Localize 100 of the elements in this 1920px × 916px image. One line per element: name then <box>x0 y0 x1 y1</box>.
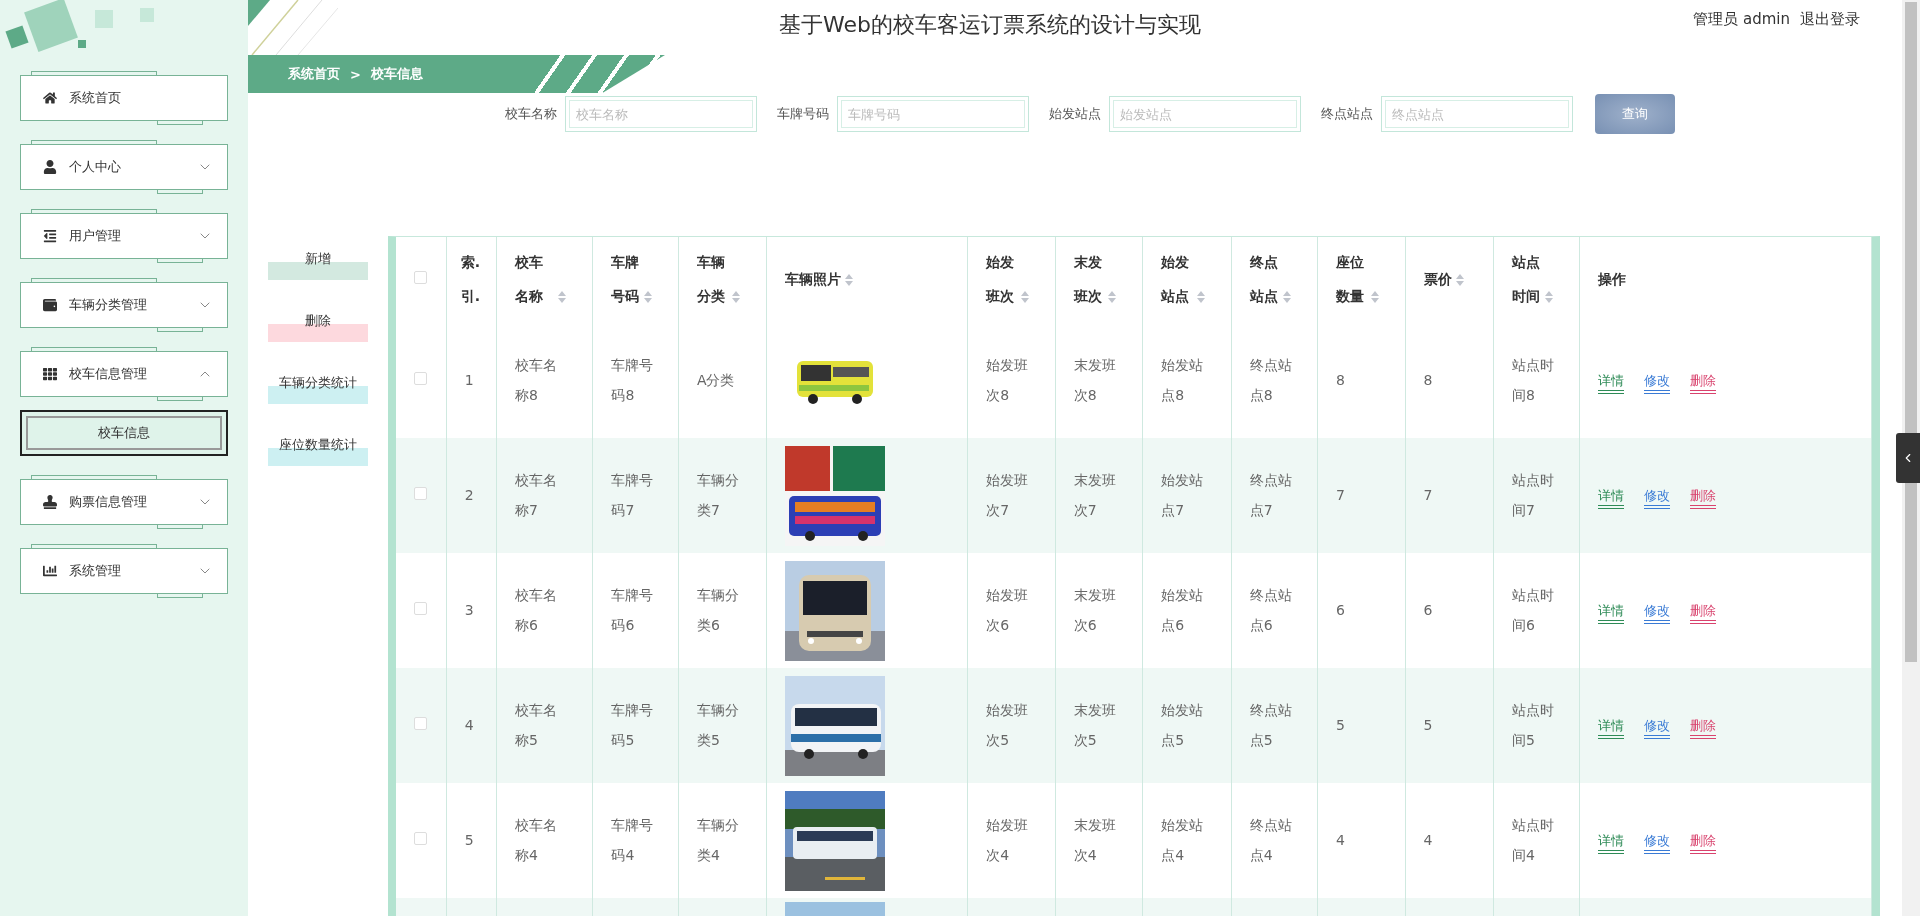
table-cell: 始发班次7 <box>986 472 1029 518</box>
field-label: 校车名称 <box>505 105 557 123</box>
column-header[interactable]: 车辆照片 <box>785 263 842 297</box>
table-cell: 3 <box>464 601 474 618</box>
table-cell: 站点时间4 <box>1512 817 1554 863</box>
table-cell: 车牌号码7 <box>611 472 654 518</box>
menu-label: 用户管理 <box>69 227 122 245</box>
table-cell: 车辆分类5 <box>696 702 739 748</box>
table-cell: 末发班次4 <box>1073 817 1116 863</box>
table-cell: 始发站点6 <box>1161 587 1204 633</box>
table-cell: 末发班次7 <box>1073 472 1116 518</box>
table-cell: 车牌号码8 <box>611 357 654 403</box>
table-cell: 校车名称5 <box>515 702 557 748</box>
table-cell: 车辆分类7 <box>696 472 739 518</box>
menu-label: 购票信息管理 <box>69 493 148 511</box>
table-cell: 5 <box>464 831 474 848</box>
table-cell: 4 <box>464 716 474 733</box>
table-cell: 站点时间6 <box>1512 587 1554 633</box>
menu-label: 系统管理 <box>69 562 122 580</box>
page-title: 基于Web的校车客运订票系统的设计与实现 <box>779 11 1201 39</box>
table-cell: 车牌号码5 <box>611 702 654 748</box>
menu-label: 车辆分类管理 <box>69 296 148 314</box>
row-action-link[interactable]: 修改 <box>1644 487 1671 509</box>
row-action-link[interactable]: 修改 <box>1644 372 1671 394</box>
table-cell: 终点站点4 <box>1249 817 1292 863</box>
table-cell: 5 <box>1423 716 1433 733</box>
search-field[interactable]: 车牌号码 <box>837 96 1029 132</box>
column-header[interactable]: 终点站点 <box>1249 246 1280 314</box>
table-cell: 始发站点8 <box>1161 357 1204 403</box>
table-cell: 校车名称8 <box>515 357 557 403</box>
table-cell: 6 <box>1336 601 1346 618</box>
table-cell: 1 <box>464 371 474 388</box>
table-cell: 校车名称6 <box>515 587 557 633</box>
table-cell: 终点站点7 <box>1249 472 1292 518</box>
menu-label: 系统首页 <box>69 89 122 107</box>
column-header[interactable]: 站点时间 <box>1512 246 1542 314</box>
table-cell: 末发班次5 <box>1073 702 1116 748</box>
row-action-link[interactable]: 详情 <box>1598 832 1625 854</box>
column-header[interactable]: 票价 <box>1423 263 1452 297</box>
table-cell: 车辆分类6 <box>696 587 739 633</box>
row-action-link[interactable]: 详情 <box>1598 372 1625 394</box>
column-header[interactable]: 校车名称 <box>515 246 555 314</box>
table-cell: 车牌号码6 <box>611 587 654 633</box>
table-cell: 车牌号码4 <box>611 817 654 863</box>
table-cell: 7 <box>1423 486 1433 503</box>
table-cell: 校车名称7 <box>515 472 557 518</box>
table-cell: 始发站点4 <box>1161 817 1204 863</box>
table-cell: 4 <box>1336 831 1346 848</box>
table-cell: 校车名称4 <box>515 817 557 863</box>
row-action-link[interactable]: 删除 <box>1690 832 1717 854</box>
field-label: 终点站点 <box>1321 105 1373 123</box>
table-cell: 8 <box>1423 371 1433 388</box>
column-header: 索.引. <box>460 253 482 306</box>
table-cell: 7 <box>1336 486 1346 503</box>
column-header[interactable]: 末发班次 <box>1073 246 1105 314</box>
row-action-link[interactable]: 删除 <box>1690 372 1717 394</box>
row-action-link[interactable]: 删除 <box>1690 487 1717 509</box>
table-cell: 站点时间7 <box>1512 472 1554 518</box>
field-label: 始发站点 <box>1049 105 1101 123</box>
row-action-link[interactable]: 删除 <box>1690 717 1717 739</box>
logout-link[interactable]: 退出登录 <box>1800 10 1860 29</box>
table-cell: 终点站点5 <box>1249 702 1292 748</box>
table-cell: 始发班次6 <box>986 587 1029 633</box>
table-cell: 站点时间8 <box>1512 357 1554 403</box>
breadcrumb-separator: > <box>350 66 361 82</box>
row-action-link[interactable]: 详情 <box>1598 602 1625 624</box>
table-cell: 站点时间5 <box>1512 702 1554 748</box>
user-name: 管理员 admin <box>1693 10 1790 29</box>
table-cell: 8 <box>1336 371 1346 388</box>
search-field[interactable]: 校车名称 <box>565 96 757 132</box>
search-field[interactable]: 始发站点 <box>1109 96 1301 132</box>
table-cell: A分类 <box>696 371 735 388</box>
submenu-item[interactable]: 校车信息 <box>20 410 228 456</box>
column-header[interactable]: 车辆分类 <box>696 246 729 314</box>
search-field[interactable]: 终点站点 <box>1381 96 1573 132</box>
row-action-link[interactable]: 删除 <box>1690 602 1717 624</box>
menu-label: 校车信息管理 <box>69 365 148 383</box>
column-header[interactable]: 始发班次 <box>986 246 1017 314</box>
table-cell: 始发班次5 <box>986 702 1029 748</box>
row-action-link[interactable]: 详情 <box>1598 487 1625 509</box>
table-cell: 终点站点8 <box>1249 357 1292 403</box>
row-action-link[interactable]: 修改 <box>1644 832 1671 854</box>
table-cell: 始发站点5 <box>1161 702 1204 748</box>
column-header[interactable]: 座位数量 <box>1336 246 1367 314</box>
row-action-link[interactable]: 修改 <box>1644 602 1671 624</box>
table-cell: 末发班次6 <box>1073 587 1116 633</box>
table-cell: 6 <box>1423 601 1433 618</box>
column-header[interactable]: 车牌号码 <box>611 246 640 314</box>
table-cell: 末发班次8 <box>1073 357 1116 403</box>
column-header[interactable]: 始发站点 <box>1161 246 1193 314</box>
table-cell: 4 <box>1423 831 1433 848</box>
field-label: 车牌号码 <box>777 105 829 123</box>
table-cell: 始发班次8 <box>986 357 1029 403</box>
table-cell: 始发站点7 <box>1161 472 1204 518</box>
table-cell: 始发班次4 <box>986 817 1029 863</box>
column-header: 操作 <box>1598 270 1627 290</box>
menu-label: 个人中心 <box>69 158 122 176</box>
row-action-link[interactable]: 修改 <box>1644 717 1671 739</box>
table-cell: 终点站点6 <box>1249 587 1292 633</box>
row-action-link[interactable]: 详情 <box>1598 717 1625 739</box>
